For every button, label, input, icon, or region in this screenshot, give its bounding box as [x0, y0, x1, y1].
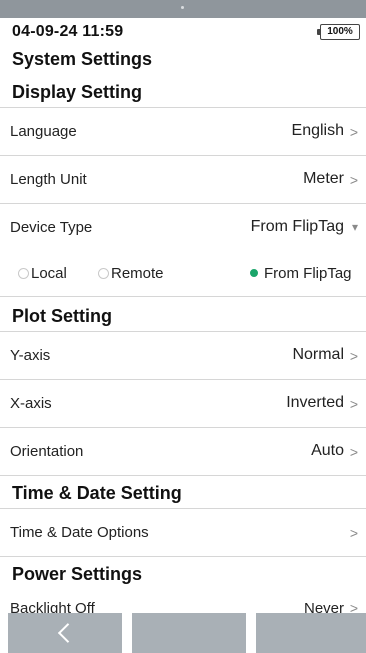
orientation-value: Auto — [311, 442, 344, 459]
device-type-value: From FlipTag — [250, 218, 344, 235]
language-value: English — [291, 122, 344, 139]
section-title: Plot Setting — [12, 306, 112, 326]
caret-down-icon: ▾ — [351, 220, 358, 234]
device-type-row[interactable]: Device Type From FlipTag ▾ — [0, 204, 366, 252]
radio-label: Remote — [111, 265, 164, 282]
radio-from-fliptag[interactable]: From FlipTag — [250, 265, 352, 282]
x-axis-row[interactable]: X-axis Inverted > — [0, 380, 366, 428]
orientation-row[interactable]: Orientation Auto > — [0, 428, 366, 476]
length-unit-value: Meter — [303, 170, 344, 187]
y-axis-row[interactable]: Y-axis Normal > — [0, 332, 366, 380]
section-header-display: Display Setting — [0, 76, 366, 108]
time-date-options-label: Time & Date Options — [10, 524, 149, 541]
backlight-label: Backlight Off — [10, 600, 95, 613]
section-header-time-date: Time & Date Setting — [0, 477, 366, 509]
x-axis-label: X-axis — [10, 395, 52, 412]
chevron-right-icon: > — [349, 172, 358, 188]
top-strip-dot — [181, 6, 184, 9]
section-title: Display Setting — [12, 82, 143, 102]
chevron-right-icon: > — [349, 444, 358, 460]
chevron-right-icon: > — [349, 600, 358, 613]
top-strip — [0, 0, 366, 18]
backlight-value: Never — [303, 600, 344, 613]
middle-button[interactable] — [132, 613, 246, 653]
radio-label: From FlipTag — [264, 265, 352, 282]
language-label: Language — [10, 123, 77, 140]
status-bar: 04-09-24 11:59 100% — [0, 18, 366, 46]
section-title: Power Settings — [12, 564, 143, 584]
section-title: Time & Date Setting — [12, 483, 182, 503]
chevron-right-icon: > — [349, 396, 358, 412]
radio-selected-icon — [250, 269, 258, 277]
battery-indicator: 100% — [317, 24, 360, 40]
language-row[interactable]: Language English > — [0, 108, 366, 156]
page-title: System Settings — [12, 49, 153, 69]
chevron-right-icon: > — [349, 525, 358, 541]
device-type-radio-group: Local Remote From FlipTag — [0, 253, 366, 297]
radio-circle-icon — [98, 268, 109, 279]
back-button[interactable] — [8, 613, 122, 653]
backlight-off-row[interactable]: Backlight Off Never > — [0, 596, 366, 613]
length-unit-label: Length Unit — [10, 171, 87, 188]
chevron-right-icon: > — [349, 124, 358, 140]
y-axis-label: Y-axis — [10, 347, 51, 364]
status-datetime: 04-09-24 11:59 — [12, 23, 124, 40]
right-button[interactable] — [256, 613, 366, 653]
radio-remote[interactable]: Remote — [98, 265, 164, 282]
radio-circle-icon — [18, 268, 29, 279]
device-type-label: Device Type — [10, 219, 93, 236]
y-axis-value: Normal — [292, 346, 344, 363]
radio-label: Local — [31, 265, 67, 282]
orientation-label: Orientation — [10, 443, 84, 460]
back-arrow-icon — [57, 623, 78, 643]
radio-local[interactable]: Local — [18, 265, 67, 282]
time-date-options-row[interactable]: Time & Date Options > — [0, 509, 366, 557]
section-header-plot: Plot Setting — [0, 300, 366, 332]
chevron-right-icon: > — [349, 348, 358, 364]
x-axis-value: Inverted — [286, 394, 344, 411]
bottom-navigation — [0, 613, 366, 653]
length-unit-row[interactable]: Length Unit Meter > — [0, 156, 366, 204]
section-header-power: Power Settings — [0, 558, 366, 590]
